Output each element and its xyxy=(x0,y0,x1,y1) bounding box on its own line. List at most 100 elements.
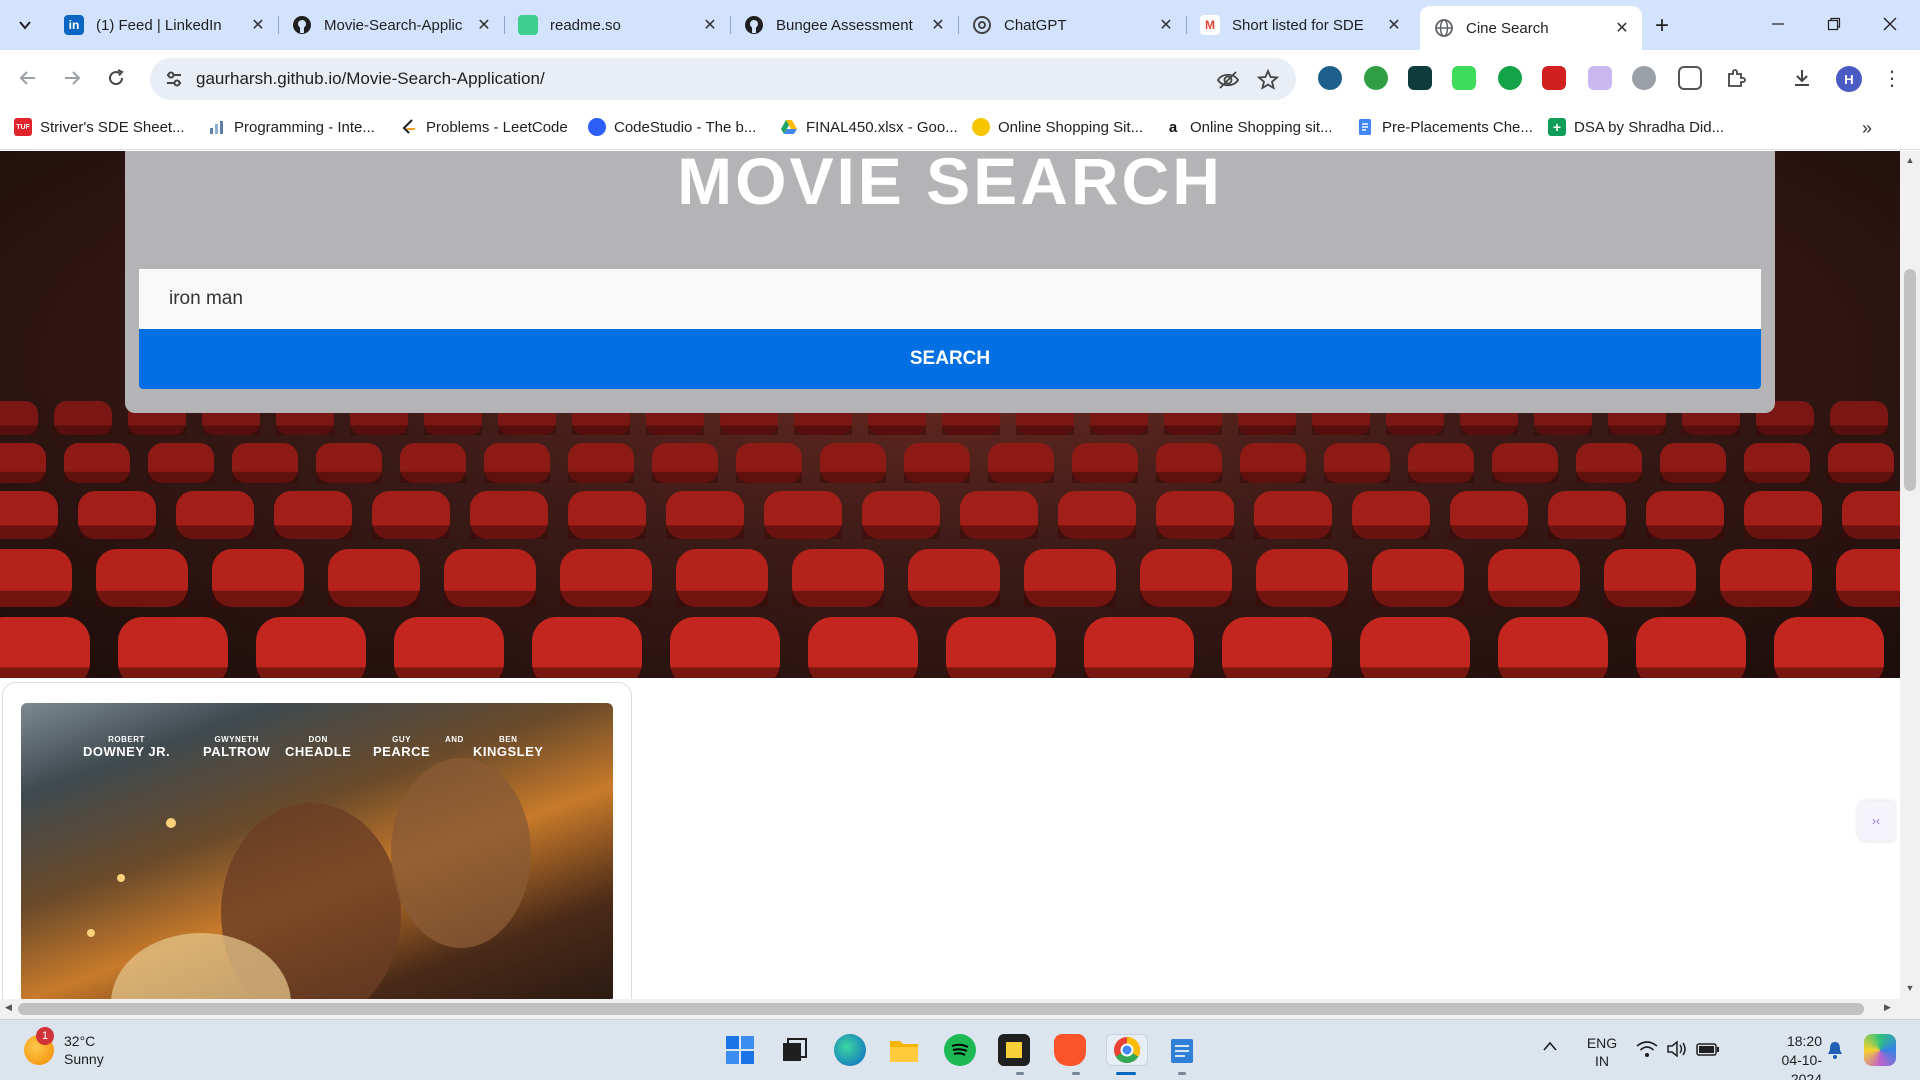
bookmarks-bar: TUF Striver's SDE Sheet... Programming -… xyxy=(0,108,1920,150)
windows-start-icon[interactable] xyxy=(724,1034,756,1066)
bookmark-item[interactable]: FINAL450.xlsx - Goo... xyxy=(780,118,958,136)
seat-shadow xyxy=(1016,425,1074,435)
seat-shadow xyxy=(1492,471,1558,483)
restore-button[interactable] xyxy=(1810,8,1858,40)
bookmark-label: Problems - LeetCode xyxy=(426,118,568,136)
edge-browser-icon[interactable] xyxy=(834,1034,866,1066)
close-icon[interactable]: ✕ xyxy=(1156,15,1176,35)
tab-readme[interactable]: readme.so ✕ xyxy=(504,6,731,44)
bookmark-item[interactable]: Pre-Placements Che... xyxy=(1356,118,1533,136)
extension-2-icon[interactable] xyxy=(1364,66,1388,90)
seat-shadow xyxy=(118,667,228,678)
profile-avatar[interactable]: H xyxy=(1836,66,1862,92)
seat-shadow xyxy=(652,471,718,483)
chevron-up-icon[interactable] xyxy=(1542,1038,1558,1056)
tab-cine-search[interactable]: Cine Search ✕ xyxy=(1420,6,1642,50)
back-button[interactable] xyxy=(10,60,46,96)
seat-shadow xyxy=(794,425,852,435)
seat-shadow xyxy=(1756,425,1814,435)
tab-title: readme.so xyxy=(550,16,621,34)
minimize-button[interactable] xyxy=(1754,8,1802,40)
tab-linkedin[interactable]: in (1) Feed | LinkedIn ✕ xyxy=(50,6,279,44)
chevron-double-right-icon[interactable]: » xyxy=(1862,118,1872,139)
scroll-up-icon[interactable]: ▲ xyxy=(1904,155,1916,165)
sticky-notes-icon[interactable] xyxy=(998,1034,1030,1066)
bookmark-label: Online Shopping Sit... xyxy=(998,118,1144,136)
bookmark-item[interactable]: Online Shopping Sit... xyxy=(972,118,1143,136)
seat-shadow xyxy=(1720,590,1812,607)
grammarly-icon[interactable] xyxy=(1498,66,1522,90)
scrollbar-thumb[interactable] xyxy=(1904,269,1916,491)
search-input[interactable] xyxy=(139,269,1761,329)
poster-cast-name: AND xyxy=(445,735,464,744)
horizontal-scrollbar[interactable]: ◀ ▶ xyxy=(0,999,1900,1019)
notepad-icon[interactable] xyxy=(1166,1034,1198,1066)
movie-card[interactable]: ROBERT DOWNEY JR. GWYNETH PALTROW DON CHEAD… xyxy=(2,682,632,999)
extensions-puzzle-icon[interactable] xyxy=(1724,66,1748,90)
extension-lock-icon[interactable] xyxy=(1452,66,1476,90)
extension-9-icon[interactable] xyxy=(1678,66,1702,90)
close-icon[interactable]: ✕ xyxy=(248,15,268,35)
forward-button[interactable] xyxy=(54,60,90,96)
task-view-icon[interactable] xyxy=(778,1034,810,1066)
tab-chatgpt[interactable]: ChatGPT ✕ xyxy=(958,6,1187,44)
bookmark-item[interactable]: Problems - LeetCode xyxy=(400,118,568,136)
extension-7-icon[interactable] xyxy=(1588,66,1612,90)
download-icon[interactable] xyxy=(1790,66,1814,90)
chrome-icon[interactable] xyxy=(1106,1034,1148,1066)
scroll-right-icon[interactable]: ▶ xyxy=(1884,1002,1891,1013)
extension-3-icon[interactable] xyxy=(1408,66,1432,90)
address-bar[interactable]: gaurharsh.github.io/Movie-Search-Applica… xyxy=(150,58,1296,100)
seat-shadow xyxy=(1842,525,1900,539)
scrollbar-thumb[interactable] xyxy=(18,1003,1864,1015)
eye-off-icon[interactable] xyxy=(1216,68,1240,92)
bookmark-item[interactable]: Programming - Inte... xyxy=(208,118,375,136)
battery-icon[interactable] xyxy=(1696,1040,1720,1062)
reload-button[interactable] xyxy=(98,60,134,96)
site-settings-icon[interactable] xyxy=(164,69,184,89)
close-icon[interactable]: ✕ xyxy=(1384,15,1404,35)
notification-bell-icon[interactable] xyxy=(1826,1040,1844,1064)
seat-shadow xyxy=(532,667,642,678)
tab-bungee[interactable]: Bungee Assessment ✕ xyxy=(730,6,959,44)
bookmark-item[interactable]: CodeStudio - The b... xyxy=(588,118,756,136)
menu-kebab-icon[interactable]: ⋮ xyxy=(1880,64,1904,92)
bookmark-item[interactable]: TUF Striver's SDE Sheet... xyxy=(14,118,185,136)
volume-icon[interactable] xyxy=(1666,1040,1688,1062)
url-text[interactable]: gaurharsh.github.io/Movie-Search-Applica… xyxy=(196,69,545,89)
wifi-icon[interactable] xyxy=(1636,1040,1658,1062)
file-explorer-icon[interactable] xyxy=(888,1034,920,1066)
close-icon[interactable]: ✕ xyxy=(1612,18,1632,38)
bookmark-item[interactable]: + DSA by Shradha Did... xyxy=(1548,118,1724,136)
close-icon[interactable]: ✕ xyxy=(928,15,948,35)
vertical-scrollbar[interactable]: ▲ ▼ xyxy=(1900,151,1920,999)
tab-movie-search-app[interactable]: Movie-Search-Applic ✕ xyxy=(278,6,505,44)
bookmark-label: CodeStudio - The b... xyxy=(614,118,757,136)
seat-shadow xyxy=(78,525,156,539)
extension-1-icon[interactable] xyxy=(1318,66,1342,90)
close-icon[interactable]: ✕ xyxy=(474,15,494,35)
spotify-icon[interactable] xyxy=(944,1034,976,1066)
floating-widget-button[interactable]: ›‹ xyxy=(1858,801,1894,841)
close-icon[interactable]: ✕ xyxy=(700,15,720,35)
copilot-icon[interactable] xyxy=(1864,1034,1896,1066)
new-tab-button[interactable]: + xyxy=(1648,12,1676,40)
scroll-down-icon[interactable]: ▼ xyxy=(1904,983,1916,993)
chart-icon xyxy=(208,118,226,136)
extension-globe-icon[interactable] xyxy=(1632,66,1656,90)
linkedin-icon: in xyxy=(64,15,84,35)
pdf-icon[interactable] xyxy=(1542,66,1566,90)
seat-shadow xyxy=(560,590,652,607)
weather-widget[interactable]: 1 32°C Sunny xyxy=(24,1027,104,1068)
language-indicator[interactable]: ENG IN xyxy=(1582,1034,1622,1070)
scroll-left-icon[interactable]: ◀ xyxy=(5,1002,12,1013)
tab-gmail[interactable]: M Short listed for SDE ✕ xyxy=(1186,6,1414,44)
close-window-button[interactable] xyxy=(1866,8,1914,40)
search-button[interactable]: SEARCH xyxy=(139,329,1761,389)
bookmark-item[interactable]: a Online Shopping sit... xyxy=(1164,118,1333,136)
system-clock[interactable]: 18:20 04-10-2024 xyxy=(1760,1032,1822,1080)
movie-poster[interactable]: ROBERT DOWNEY JR. GWYNETH PALTROW DON CHEAD… xyxy=(21,703,613,999)
brave-browser-icon[interactable] xyxy=(1054,1034,1086,1066)
star-icon[interactable] xyxy=(1256,68,1280,92)
tab-search-button[interactable] xyxy=(8,8,42,42)
